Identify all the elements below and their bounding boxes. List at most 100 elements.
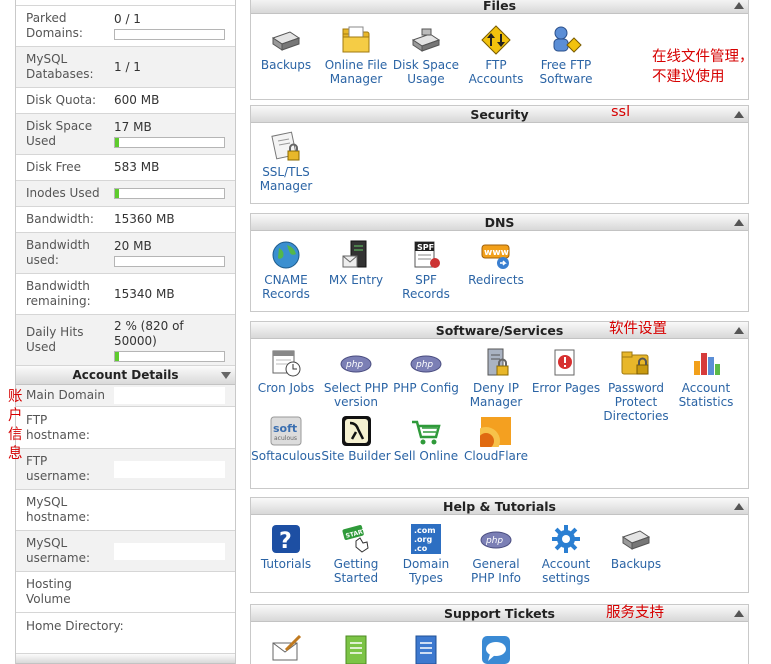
usage-bar [114, 137, 225, 148]
item-cloudflare[interactable]: CloudFlare [461, 415, 531, 463]
item-cron-jobs[interactable]: Cron Jobs [251, 347, 321, 395]
stat-label: Inodes Used [26, 186, 100, 200]
item-redirects[interactable]: www Redirects [461, 239, 531, 287]
tld-org-text: .org [414, 535, 432, 544]
panel-header[interactable]: Software/Services [251, 322, 748, 339]
item-disk-space-usage[interactable]: Disk Space Usage [391, 24, 461, 86]
item-password-protect-directories[interactable]: Password Protect Directories [601, 347, 671, 423]
stats-row-bandwidth-remaining: Bandwidth remaining: 15340 MB [16, 274, 235, 315]
redacted-value [114, 542, 225, 560]
item-support-chat[interactable] [461, 634, 531, 664]
detail-label: FTP username: [26, 454, 91, 483]
detail-row-ftp-username: FTP username: [16, 449, 235, 490]
usage-bar-fill [115, 138, 119, 147]
item-account-settings[interactable]: Account settings [531, 523, 601, 585]
item-free-ftp-software[interactable]: Free FTP Software [531, 24, 601, 86]
collapse-arrow-icon[interactable] [734, 111, 744, 118]
collapse-arrow-icon[interactable] [734, 2, 744, 9]
collapse-arrow-icon[interactable] [734, 610, 744, 617]
panel-software-services: Software/Services Cron Jobs php Select P… [250, 321, 749, 489]
detail-row-ftp-hostname: FTP hostname: [16, 407, 235, 449]
item-getting-started[interactable]: START Getting Started [321, 523, 391, 585]
item-tutorials[interactable]: ? Tutorials [251, 523, 321, 571]
item-label: Domain Types [402, 557, 450, 585]
item-support-email[interactable] [251, 634, 321, 664]
item-backups[interactable]: Backups [251, 24, 321, 72]
redacted-value [114, 460, 225, 478]
item-support-document[interactable] [321, 634, 391, 664]
collapse-arrow-icon[interactable] [734, 327, 744, 334]
item-mx-entry[interactable]: MX Entry [321, 239, 391, 287]
item-deny-ip-manager[interactable]: Deny IP Manager [461, 347, 531, 409]
panel-header[interactable]: Files [251, 0, 748, 14]
item-general-php-info[interactable]: php General PHP Info [461, 523, 531, 585]
detail-label: Hosting Volume [26, 577, 72, 606]
item-spf-records[interactable]: SPF SPF Records [391, 239, 461, 301]
item-account-statistics[interactable]: Account Statistics [671, 347, 741, 409]
php-icon-text: php [485, 536, 503, 546]
redacted-value [114, 387, 225, 404]
collapse-triangle-icon[interactable] [221, 372, 231, 379]
usage-bar-fill [115, 351, 119, 361]
item-label: FTP Accounts [468, 58, 524, 86]
stat-label: Disk Free [26, 160, 82, 174]
item-label: SSL/TLS Manager [259, 165, 313, 193]
item-label: Password Protect Directories [603, 381, 669, 423]
detail-row-main-domain: Main Domain [16, 385, 235, 407]
item-label: Tutorials [260, 557, 312, 571]
softaculous-icon-subtext: aculous [274, 435, 297, 442]
collapse-arrow-icon[interactable] [734, 219, 744, 226]
disk-usage-icon [410, 24, 442, 56]
item-support-ticket-list[interactable] [391, 634, 461, 664]
item-online-file-manager[interactable]: Online File Manager [321, 24, 391, 86]
stat-value: 15340 MB [114, 286, 175, 301]
php-icon-text: php [415, 360, 433, 370]
detail-row-hosting-volume: Hosting Volume [16, 572, 235, 613]
item-ftp-accounts[interactable]: FTP Accounts [461, 24, 531, 86]
item-site-builder[interactable]: Site Builder [321, 415, 391, 463]
item-softaculous[interactable]: soft aculous Softaculous [251, 415, 321, 463]
ftp-users-icon [550, 24, 582, 56]
blue-document-icon [410, 634, 442, 664]
cpanel-page: Parked Domains: 0 / 1 MySQL Databases: 1… [0, 0, 771, 664]
panel-header[interactable]: Support Tickets [251, 605, 748, 622]
usage-bar [114, 188, 225, 199]
item-label: Sell Online [393, 449, 459, 463]
item-cname-records[interactable]: CNAME Records [251, 239, 321, 301]
panel-security: Security SSL/TLS Manager [250, 105, 749, 204]
panel-header[interactable]: Help & Tutorials [251, 498, 748, 515]
item-sell-online[interactable]: Sell Online [391, 415, 461, 463]
stat-value: 0 / 1 [114, 12, 141, 26]
item-backups-help[interactable]: Backups [601, 523, 671, 571]
server-lock-icon [480, 347, 512, 379]
stat-label: Daily Hits Used [26, 325, 84, 354]
item-php-config[interactable]: php PHP Config [391, 347, 461, 395]
collapse-arrow-icon[interactable] [734, 503, 744, 510]
item-ssl-tls-manager[interactable]: SSL/TLS Manager [251, 131, 321, 193]
item-error-pages[interactable]: Error Pages [531, 347, 601, 395]
stats-row-daily-hits: Daily Hits Used 2 % (820 of 50000) [16, 315, 235, 366]
item-label: Online File Manager [324, 58, 388, 86]
item-label: Backups [260, 58, 312, 72]
usage-bar [114, 256, 225, 267]
item-label: SPF Records [402, 273, 450, 301]
item-label: Softaculous [251, 449, 321, 463]
usage-bar [114, 350, 225, 362]
stat-label: Bandwidth: [26, 212, 94, 226]
stats-row-bandwidth: Bandwidth: 15360 MB [16, 207, 235, 233]
usage-bar-fill [115, 189, 119, 198]
panel-title: Security [470, 106, 529, 122]
panel-header[interactable]: Security [251, 106, 748, 123]
annotation-account: 账户信息 [8, 389, 23, 462]
panel-header[interactable]: DNS [251, 214, 748, 231]
stat-value: 1 / 1 [114, 59, 141, 74]
item-label: Site Builder [321, 449, 391, 463]
item-select-php-version[interactable]: php Select PHP version [321, 347, 391, 409]
stats-sidebar: Parked Domains: 0 / 1 MySQL Databases: 1… [15, 0, 236, 664]
account-details-title: Account Details [72, 368, 179, 382]
detail-row-mysql-hostname: MySQL hostname: [16, 490, 235, 531]
softaculous-icon-text: soft [273, 422, 297, 435]
mail-server-icon [340, 239, 372, 271]
item-domain-types[interactable]: .com .org .co Domain Types [391, 523, 461, 585]
account-details-header[interactable]: Account Details [16, 366, 235, 385]
